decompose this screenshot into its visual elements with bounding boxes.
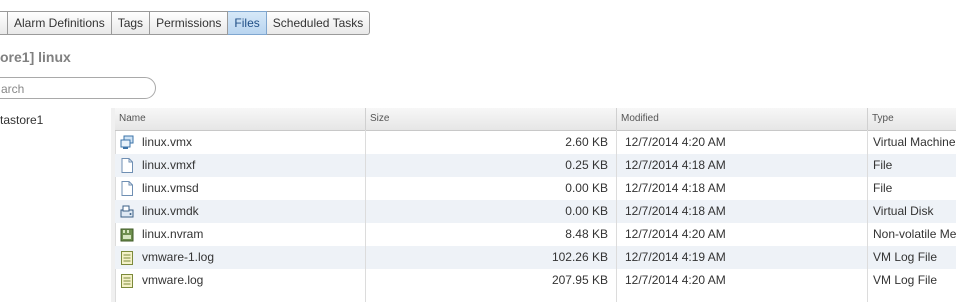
file-type: Virtual Machine	[873, 135, 956, 149]
column-divider	[867, 130, 868, 302]
file-size: 2.60 KB	[565, 135, 608, 149]
table-row[interactable]: vmware-1.log 102.26 KB 12/7/2014 4:19 AM…	[115, 246, 956, 269]
column-divider	[616, 130, 617, 302]
tab-scheduled-tasks[interactable]: Scheduled Tasks	[266, 11, 371, 35]
search-input[interactable]	[0, 81, 143, 97]
file-modified: 12/7/2014 4:20 AM	[625, 135, 726, 149]
tab-bar: Alarm Definitions Tags Permissions Files…	[0, 11, 371, 35]
table-row[interactable]: vmware.log 207.95 KB 12/7/2014 4:20 AM V…	[115, 269, 956, 292]
column-header-size[interactable]: Size	[366, 108, 617, 130]
datastore-tree-item[interactable]: tastore1	[0, 113, 43, 127]
table-row[interactable]: linux.vmx 2.60 KB 12/7/2014 4:20 AM Virt…	[115, 131, 956, 154]
table-row[interactable]: linux.nvram 8.48 KB 12/7/2014 4:20 AM No…	[115, 223, 956, 246]
file-size: 102.26 KB	[551, 250, 608, 264]
file-modified: 12/7/2014 4:20 AM	[625, 273, 726, 287]
file-type: Non-volatile Me	[873, 227, 956, 241]
file-modified: 12/7/2014 4:18 AM	[625, 204, 726, 218]
file-type: VM Log File	[873, 273, 938, 287]
file-type: File	[873, 181, 893, 195]
table-row[interactable]: linux.vmsd 0.00 KB 12/7/2014 4:18 AM Fil…	[115, 177, 956, 200]
file-grid: Name Size Modified Type linux.vmx 2.60 K…	[115, 108, 956, 302]
tab-files[interactable]: Files	[228, 11, 267, 35]
column-header-name[interactable]: Name	[115, 108, 366, 130]
table-row[interactable]: linux.vmxf 0.25 KB 12/7/2014 4:18 AM Fil…	[115, 154, 956, 177]
file-modified: 12/7/2014 4:20 AM	[625, 227, 726, 241]
file-type: File	[873, 158, 893, 172]
page-title: ore1] linux	[0, 49, 71, 65]
tab-tags[interactable]: Tags	[111, 11, 151, 35]
file-modified: 12/7/2014 4:18 AM	[625, 158, 726, 172]
tab-partial[interactable]	[0, 11, 8, 35]
file-name: linux.vmx	[142, 135, 193, 149]
file-name: linux.vmsd	[142, 181, 199, 195]
file-size: 0.00 KB	[565, 204, 608, 218]
tab-permissions[interactable]: Permissions	[150, 11, 229, 35]
file-size: 8.48 KB	[565, 227, 608, 241]
file-name: vmware.log	[142, 273, 204, 287]
file-modified: 12/7/2014 4:19 AM	[625, 250, 726, 264]
grid-header: Name Size Modified Type	[115, 108, 956, 131]
column-header-type[interactable]: Type	[868, 108, 956, 130]
file-type: Virtual Disk	[873, 204, 934, 218]
column-divider	[365, 130, 366, 302]
file-name: linux.vmdk	[142, 204, 199, 218]
file-size: 207.95 KB	[551, 273, 608, 287]
tab-alarm-definitions[interactable]: Alarm Definitions	[8, 11, 112, 35]
file-name: linux.nvram	[142, 227, 204, 241]
table-row[interactable]: linux.vmdk 0.00 KB 12/7/2014 4:18 AM Vir…	[115, 200, 956, 223]
search-box[interactable]	[0, 77, 156, 99]
file-modified: 12/7/2014 4:18 AM	[625, 181, 726, 195]
column-header-modified[interactable]: Modified	[617, 108, 868, 130]
file-size: 0.25 KB	[565, 158, 608, 172]
file-name: vmware-1.log	[142, 250, 215, 264]
file-name: linux.vmxf	[142, 158, 196, 172]
file-size: 0.00 KB	[565, 181, 608, 195]
file-type: VM Log File	[873, 250, 938, 264]
